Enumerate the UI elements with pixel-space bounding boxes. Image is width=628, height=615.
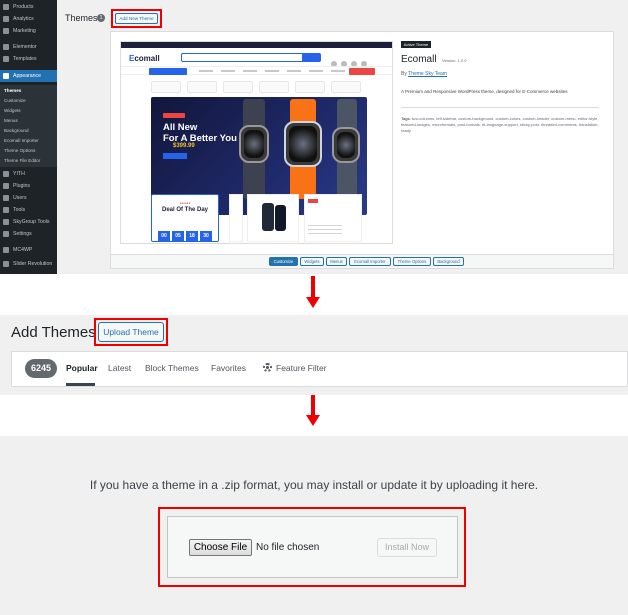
tools-icon — [3, 207, 9, 213]
preview-nav — [121, 66, 392, 75]
theme-screenshot[interactable]: Ecomall All New For A Better You $399.99… — [120, 41, 393, 244]
preview-nav-links — [199, 70, 349, 72]
deal-title: Deal Of The Day — [161, 207, 208, 213]
hero-tag — [163, 113, 185, 118]
deal-timer: 00 05 18 30 — [158, 224, 214, 242]
submenu-widgets[interactable]: Widgets — [0, 106, 57, 115]
theme-count-badge: 1 — [97, 14, 105, 22]
tab-latest[interactable]: Latest — [108, 363, 131, 373]
sidebar-item-templates[interactable]: Templates — [0, 53, 57, 65]
submenu-background[interactable]: Background — [0, 126, 57, 135]
marketing-icon — [3, 28, 9, 34]
templates-icon — [3, 56, 9, 62]
down-arrow-icon — [306, 297, 320, 308]
page-title: Themes — [65, 13, 98, 23]
feature-filter-button[interactable]: Feature Filter — [276, 363, 327, 373]
preview-logo: Ecomall — [129, 54, 160, 63]
submenu-themes[interactable]: Themes — [0, 86, 57, 95]
tab-block-themes[interactable]: Block Themes — [145, 363, 199, 373]
hero-headline: All New For A Better You — [163, 122, 237, 144]
sidebar-item-elementor[interactable]: Elementor — [0, 41, 57, 53]
step-arrow-shaft-2 — [311, 395, 315, 416]
appearance-icon — [3, 73, 9, 79]
file-status-text: No file chosen — [256, 542, 320, 553]
widgets-button[interactable]: Widgets — [300, 257, 324, 266]
preview-product-strip — [229, 194, 243, 242]
sidebar-item-yith[interactable]: YITH — [0, 168, 57, 180]
theme-name: Ecomall — [401, 54, 437, 65]
mc4wp-icon — [3, 247, 9, 253]
sidebar-item-skygroup-tools[interactable]: SkyGroup Tools — [0, 216, 57, 228]
sidebar-item-mc4wp[interactable]: MC4WP — [0, 244, 57, 256]
submenu-theme-file-editor[interactable]: Theme File Editor — [0, 156, 57, 165]
active-tab-indicator — [66, 383, 95, 386]
theme-count-pill: 6245 — [25, 359, 57, 378]
theme-options-button[interactable]: Theme Options — [393, 257, 431, 266]
sidebar-item-marketing[interactable]: Marketing — [0, 25, 57, 37]
add-new-theme-button[interactable]: Add New Theme — [115, 13, 158, 24]
theme-author: By Theme Sky Team — [401, 71, 447, 77]
menus-button[interactable]: Menus — [326, 257, 347, 266]
sidebar-item-plugins[interactable]: Plugins — [0, 180, 57, 192]
watch-center-icon — [284, 121, 322, 167]
theme-description: A Premium and Responsive WordPress theme… — [401, 89, 568, 94]
preview-category-button — [149, 68, 187, 75]
active-theme-badge: Active Theme — [401, 41, 431, 48]
preview-search-bar — [181, 53, 321, 62]
down-arrow-icon — [306, 415, 320, 426]
slider-icon — [3, 261, 9, 267]
hero-shop-button — [163, 153, 187, 159]
ecomall-importer-button[interactable]: Ecomall Importer — [349, 257, 391, 266]
hero-price: $399.99 — [173, 143, 195, 149]
elementor-icon — [3, 44, 9, 50]
step-arrow-shaft-1 — [311, 276, 315, 298]
sidebar-item-appearance[interactable]: Appearance — [0, 70, 57, 82]
tab-popular[interactable]: Popular — [66, 363, 98, 373]
sidebar-item-products[interactable]: Products — [0, 1, 57, 13]
users-icon — [3, 195, 9, 201]
preview-product-phone — [247, 194, 299, 242]
author-link[interactable]: Theme Sky Team — [408, 71, 447, 77]
preview-deal-button — [349, 68, 375, 75]
watch-left-icon — [239, 125, 269, 163]
upload-theme-button[interactable]: Upload Theme — [98, 322, 164, 342]
divider — [401, 107, 599, 108]
submenu-ecomall-importer[interactable]: Ecomall Importer — [0, 136, 57, 145]
sidebar-item-analytics[interactable]: Analytics — [0, 13, 57, 25]
install-now-button[interactable]: Install Now — [377, 538, 437, 557]
tab-favorites[interactable]: Favorites — [211, 363, 246, 373]
sidebar-item-tools[interactable]: Tools — [0, 204, 57, 216]
preview-product-card — [304, 194, 362, 242]
settings-icon — [3, 231, 9, 237]
preview-search-button — [302, 54, 320, 61]
choose-file-button[interactable]: Choose File — [189, 539, 252, 556]
upload-instructions: If you have a theme in a .zip format, yo… — [89, 478, 539, 492]
add-themes-title: Add Themes — [11, 324, 96, 341]
theme-version: Version: 1.0.0 — [442, 58, 467, 63]
background-button[interactable]: Background — [433, 257, 464, 266]
preview-header-icons — [331, 54, 386, 67]
preview-category-row — [151, 81, 366, 93]
submenu-menus[interactable]: Menus — [0, 116, 57, 125]
sidebar-item-slider-revolution[interactable]: Slider Revolution — [0, 258, 57, 270]
submenu-customize[interactable]: Customize — [0, 96, 57, 105]
customize-button[interactable]: Customize — [269, 257, 298, 266]
plugins-icon — [3, 183, 9, 189]
analytics-icon — [3, 16, 9, 22]
submenu-theme-options[interactable]: Theme Options — [0, 146, 57, 155]
skygroup-icon — [3, 219, 9, 225]
watch-right-icon — [332, 127, 360, 163]
products-icon — [3, 4, 9, 10]
preview-topbar — [121, 42, 392, 48]
yith-icon — [3, 171, 9, 177]
theme-tags: Tags: two-columns, left-sidebar, custom-… — [401, 116, 599, 133]
sidebar-item-settings[interactable]: Settings — [0, 228, 57, 240]
preview-deal-box: ●●●●●● Deal Of The Day 00 05 18 30 — [151, 194, 219, 242]
sidebar-item-users[interactable]: Users — [0, 192, 57, 204]
